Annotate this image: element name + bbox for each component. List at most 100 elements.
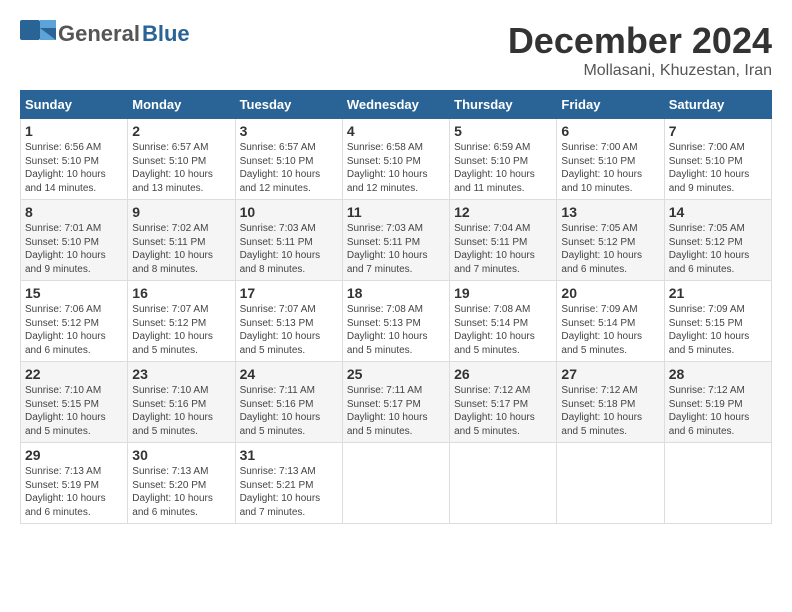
day-header-wednesday: Wednesday bbox=[342, 91, 449, 119]
day-number: 9 bbox=[132, 204, 230, 220]
week-row-4: 22 Sunrise: 7:10 AMSunset: 5:15 PMDayligh… bbox=[21, 362, 772, 443]
day-info: Sunrise: 7:05 AMSunset: 5:12 PMDaylight:… bbox=[561, 222, 659, 276]
header: General Blue December 2024 Mollasani, Kh… bbox=[20, 20, 772, 80]
day-header-friday: Friday bbox=[557, 91, 664, 119]
calendar-cell: 9 Sunrise: 7:02 AMSunset: 5:11 PMDaylight… bbox=[128, 200, 235, 281]
calendar-cell: 21Sunrise: 7:09 AMSunset: 5:15 PMDayligh… bbox=[664, 281, 771, 362]
day-number: 21 bbox=[669, 285, 767, 301]
day-number: 31 bbox=[240, 447, 338, 463]
calendar-cell: 28 Sunrise: 7:12 AMSunset: 5:19 PMDayligh… bbox=[664, 362, 771, 443]
day-number: 27 bbox=[561, 366, 659, 382]
day-number: 1 bbox=[25, 123, 123, 139]
calendar-cell: 11 Sunrise: 7:03 AMSunset: 5:11 PMDayligh… bbox=[342, 200, 449, 281]
calendar-cell: 22 Sunrise: 7:10 AMSunset: 5:15 PMDayligh… bbox=[21, 362, 128, 443]
day-number: 11 bbox=[347, 204, 445, 220]
calendar-cell: 23 Sunrise: 7:10 AMSunset: 5:16 PMDayligh… bbox=[128, 362, 235, 443]
day-header-thursday: Thursday bbox=[450, 91, 557, 119]
calendar-cell: 3 Sunrise: 6:57 AMSunset: 5:10 PMDaylight… bbox=[235, 119, 342, 200]
day-info: Sunrise: 7:02 AMSunset: 5:11 PMDaylight:… bbox=[132, 222, 230, 276]
day-number: 10 bbox=[240, 204, 338, 220]
day-info: Sunrise: 6:57 AMSunset: 5:10 PMDaylight:… bbox=[240, 141, 338, 195]
day-info: Sunrise: 7:03 AMSunset: 5:11 PMDaylight:… bbox=[347, 222, 445, 276]
calendar-cell: 17 Sunrise: 7:07 AMSunset: 5:13 PMDayligh… bbox=[235, 281, 342, 362]
day-info: Sunrise: 7:01 AMSunset: 5:10 PMDaylight:… bbox=[25, 222, 123, 276]
day-info: Sunrise: 7:10 AMSunset: 5:15 PMDaylight:… bbox=[25, 384, 123, 438]
day-number: 8 bbox=[25, 204, 123, 220]
calendar-cell: 15 Sunrise: 7:06 AMSunset: 5:12 PMDayligh… bbox=[21, 281, 128, 362]
day-number: 13 bbox=[561, 204, 659, 220]
logo-icon bbox=[20, 20, 56, 48]
calendar-cell: 14 Sunrise: 7:05 AMSunset: 5:12 PMDayligh… bbox=[664, 200, 771, 281]
day-number: 5 bbox=[454, 123, 552, 139]
day-header-saturday: Saturday bbox=[664, 91, 771, 119]
calendar-cell: 10 Sunrise: 7:03 AMSunset: 5:11 PMDayligh… bbox=[235, 200, 342, 281]
day-info: Sunrise: 7:10 AMSunset: 5:16 PMDaylight:… bbox=[132, 384, 230, 438]
day-header-monday: Monday bbox=[128, 91, 235, 119]
day-number: 25 bbox=[347, 366, 445, 382]
day-number: 3 bbox=[240, 123, 338, 139]
logo-general: General bbox=[58, 21, 140, 47]
title-area: December 2024 Mollasani, Khuzestan, Iran bbox=[508, 20, 772, 80]
day-info: Sunrise: 7:11 AMSunset: 5:17 PMDaylight:… bbox=[347, 384, 445, 438]
day-info: Sunrise: 7:00 AMSunset: 5:10 PMDaylight:… bbox=[561, 141, 659, 195]
day-info: Sunrise: 7:13 AMSunset: 5:19 PMDaylight:… bbox=[25, 465, 123, 519]
day-info: Sunrise: 7:11 AMSunset: 5:16 PMDaylight:… bbox=[240, 384, 338, 438]
calendar-cell: 25 Sunrise: 7:11 AMSunset: 5:17 PMDayligh… bbox=[342, 362, 449, 443]
calendar-cell: 7Sunrise: 7:00 AMSunset: 5:10 PMDaylight… bbox=[664, 119, 771, 200]
calendar-cell bbox=[664, 443, 771, 524]
day-number: 12 bbox=[454, 204, 552, 220]
logo: General Blue bbox=[20, 20, 190, 48]
day-info: Sunrise: 7:06 AMSunset: 5:12 PMDaylight:… bbox=[25, 303, 123, 357]
day-number: 28 bbox=[669, 366, 767, 382]
calendar-cell bbox=[450, 443, 557, 524]
day-number: 15 bbox=[25, 285, 123, 301]
day-info: Sunrise: 7:04 AMSunset: 5:11 PMDaylight:… bbox=[454, 222, 552, 276]
calendar-cell: 26 Sunrise: 7:12 AMSunset: 5:17 PMDayligh… bbox=[450, 362, 557, 443]
day-number: 22 bbox=[25, 366, 123, 382]
day-info: Sunrise: 6:56 AMSunset: 5:10 PMDaylight:… bbox=[25, 141, 123, 195]
day-info: Sunrise: 7:12 AMSunset: 5:17 PMDaylight:… bbox=[454, 384, 552, 438]
calendar-cell: 12 Sunrise: 7:04 AMSunset: 5:11 PMDayligh… bbox=[450, 200, 557, 281]
day-info: Sunrise: 7:12 AMSunset: 5:18 PMDaylight:… bbox=[561, 384, 659, 438]
calendar-cell: 19 Sunrise: 7:08 AMSunset: 5:14 PMDayligh… bbox=[450, 281, 557, 362]
calendar-cell: 24Sunrise: 7:11 AMSunset: 5:16 PMDayligh… bbox=[235, 362, 342, 443]
day-info: Sunrise: 7:09 AMSunset: 5:14 PMDaylight:… bbox=[561, 303, 659, 357]
month-title: December 2024 bbox=[508, 20, 772, 62]
calendar-cell: 20 Sunrise: 7:09 AMSunset: 5:14 PMDayligh… bbox=[557, 281, 664, 362]
day-number: 20 bbox=[561, 285, 659, 301]
day-number: 4 bbox=[347, 123, 445, 139]
week-row-5: 29 Sunrise: 7:13 AMSunset: 5:19 PMDayligh… bbox=[21, 443, 772, 524]
calendar-cell: 6 Sunrise: 7:00 AMSunset: 5:10 PMDaylight… bbox=[557, 119, 664, 200]
day-info: Sunrise: 7:12 AMSunset: 5:19 PMDaylight:… bbox=[669, 384, 767, 438]
day-number: 18 bbox=[347, 285, 445, 301]
calendar-cell: 29 Sunrise: 7:13 AMSunset: 5:19 PMDayligh… bbox=[21, 443, 128, 524]
calendar-cell: 27 Sunrise: 7:12 AMSunset: 5:18 PMDayligh… bbox=[557, 362, 664, 443]
day-number: 17 bbox=[240, 285, 338, 301]
calendar-cell: 13 Sunrise: 7:05 AMSunset: 5:12 PMDayligh… bbox=[557, 200, 664, 281]
day-header-sunday: Sunday bbox=[21, 91, 128, 119]
day-info: Sunrise: 6:58 AMSunset: 5:10 PMDaylight:… bbox=[347, 141, 445, 195]
day-info: Sunrise: 7:03 AMSunset: 5:11 PMDaylight:… bbox=[240, 222, 338, 276]
calendar-cell: 30 Sunrise: 7:13 AMSunset: 5:20 PMDayligh… bbox=[128, 443, 235, 524]
day-number: 26 bbox=[454, 366, 552, 382]
calendar-cell: 1 Sunrise: 6:56 AMSunset: 5:10 PMDaylight… bbox=[21, 119, 128, 200]
calendar-table: SundayMondayTuesdayWednesdayThursdayFrid… bbox=[20, 90, 772, 524]
calendar-cell: 8 Sunrise: 7:01 AMSunset: 5:10 PMDaylight… bbox=[21, 200, 128, 281]
day-info: Sunrise: 7:08 AMSunset: 5:14 PMDaylight:… bbox=[454, 303, 552, 357]
day-info: Sunrise: 7:08 AMSunset: 5:13 PMDaylight:… bbox=[347, 303, 445, 357]
day-number: 19 bbox=[454, 285, 552, 301]
day-info: Sunrise: 7:07 AMSunset: 5:12 PMDaylight:… bbox=[132, 303, 230, 357]
day-number: 14 bbox=[669, 204, 767, 220]
week-row-3: 15 Sunrise: 7:06 AMSunset: 5:12 PMDayligh… bbox=[21, 281, 772, 362]
day-number: 16 bbox=[132, 285, 230, 301]
day-number: 29 bbox=[25, 447, 123, 463]
day-number: 23 bbox=[132, 366, 230, 382]
day-info: Sunrise: 7:07 AMSunset: 5:13 PMDaylight:… bbox=[240, 303, 338, 357]
logo-blue: Blue bbox=[142, 21, 190, 47]
day-number: 6 bbox=[561, 123, 659, 139]
day-info: Sunrise: 7:13 AMSunset: 5:20 PMDaylight:… bbox=[132, 465, 230, 519]
day-number: 7 bbox=[669, 123, 767, 139]
day-number: 30 bbox=[132, 447, 230, 463]
header-row: SundayMondayTuesdayWednesdayThursdayFrid… bbox=[21, 91, 772, 119]
day-info: Sunrise: 7:05 AMSunset: 5:12 PMDaylight:… bbox=[669, 222, 767, 276]
